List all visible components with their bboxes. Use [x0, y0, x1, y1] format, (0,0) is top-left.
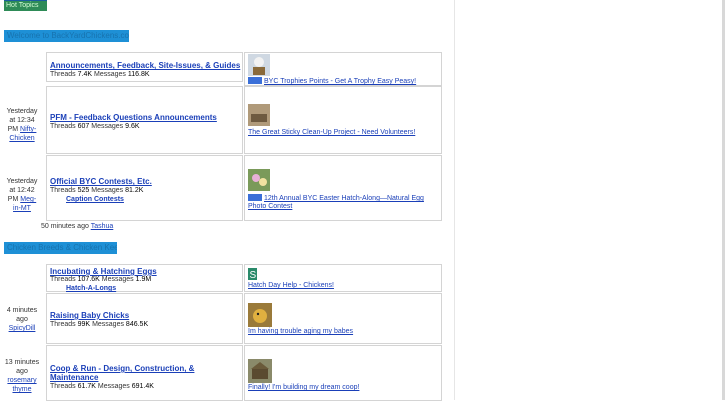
forum-stats: Threads 99K Messages 846.5K: [50, 321, 149, 328]
forum-cell-incubating: Incubating & Hatching Eggs Threads 107.6…: [46, 264, 243, 292]
forum-title-link[interactable]: Official BYC Contests, Etc.: [50, 177, 152, 186]
last-activity: 4 minutes ago SpicyDill: [6, 307, 38, 332]
last-post-cell: The Great Sticky Clean-Up Project - Need…: [244, 86, 442, 154]
avatar-bar: [248, 77, 262, 84]
forum-cell-pfm: PFM - Feedback Questions Announcements T…: [46, 86, 243, 154]
s-avatar-icon[interactable]: S: [248, 268, 257, 280]
forum-title-link[interactable]: Raising Baby Chicks: [50, 311, 129, 320]
forum-stats: Threads 607 Messages 9.6K: [50, 123, 140, 130]
svg-text:S: S: [250, 270, 257, 280]
last-post-link[interactable]: Im having trouble aging my babes: [248, 328, 353, 336]
last-post-link[interactable]: The Great Sticky Clean-Up Project - Need…: [248, 129, 415, 137]
last-post-link[interactable]: Finally! I'm building my dream coop!: [248, 384, 359, 392]
coop-thumb-icon[interactable]: [248, 359, 272, 383]
hot-topics-button[interactable]: Hot Topics: [4, 0, 47, 11]
forum-stats: Threads 61.7K Messages 691.4K: [50, 383, 154, 390]
last-user-link[interactable]: SpicyDill: [9, 325, 36, 332]
last-post-cell: Im having trouble aging my babes: [244, 293, 442, 344]
forum-title-link[interactable]: Coop & Run - Design, Construction, & Mai…: [50, 364, 230, 382]
forum-cell-announcements: Announcements, Feedback, Site-Issues, & …: [46, 52, 243, 82]
chick-thumb-icon[interactable]: [248, 303, 272, 327]
subforum-link[interactable]: Hatch-A-Longs: [66, 284, 116, 293]
last-activity-between: 50 minutes ago Tashua: [41, 223, 114, 230]
easter-egg-thumb-icon[interactable]: [248, 169, 270, 191]
forum-stats: Threads 107.6K Messages 1.9M: [50, 276, 152, 283]
forum-title-link[interactable]: PFM - Feedback Questions Announcements: [50, 113, 217, 122]
section-header-welcome[interactable]: Welcome to BackYardChickens.com: [4, 30, 129, 42]
last-activity: 13 minutes ago rosemary thyme: [4, 359, 40, 393]
forum-title-link[interactable]: Announcements, Feedback, Site-Issues, & …: [50, 61, 240, 70]
right-blank-area: [454, 0, 725, 400]
last-user-link[interactable]: rosemary thyme: [7, 377, 36, 393]
last-post-link[interactable]: Hatch Day Help - Chickens!: [248, 282, 334, 290]
last-activity: Yesterday at 12:42 PM Meg-in-MT: [6, 178, 38, 212]
section-header-breeds[interactable]: Chicken Breeds & Chicken Keeping: [4, 242, 117, 254]
last-post-link[interactable]: 12th Annual BYC Easter Hatch-Along—Natur…: [248, 195, 440, 211]
last-post-link[interactable]: BYC Trophies Points - Get A Trophy Easy …: [264, 78, 416, 86]
subforum-link[interactable]: Caption Contests: [66, 195, 124, 204]
forum-stats: Threads 7.4K Messages 116.8K: [50, 71, 150, 78]
last-post-cell: Finally! I'm building my dream coop!: [244, 345, 442, 401]
last-post-cell: BYC Trophies Points - Get A Trophy Easy …: [244, 52, 442, 86]
forum-cell-contests: Official BYC Contests, Etc. Threads 525 …: [46, 155, 243, 221]
forum-stats: Threads 525 Messages 81.2K: [50, 187, 144, 194]
last-post-cell: 12th Annual BYC Easter Hatch-Along—Natur…: [244, 155, 442, 221]
sticky-thumb-icon[interactable]: [248, 104, 270, 126]
last-user-link[interactable]: Tashua: [91, 223, 114, 230]
forum-cell-coop-run: Coop & Run - Design, Construction, & Mai…: [46, 345, 243, 401]
last-post-cell: S Hatch Day Help - Chickens!: [244, 264, 442, 292]
last-activity: Yesterday at 12:34 PM Nifty-Chicken: [6, 108, 38, 142]
forum-cell-baby-chicks: Raising Baby Chicks Threads 99K Messages…: [46, 293, 243, 344]
trophy-avatar-icon[interactable]: [248, 54, 270, 76]
